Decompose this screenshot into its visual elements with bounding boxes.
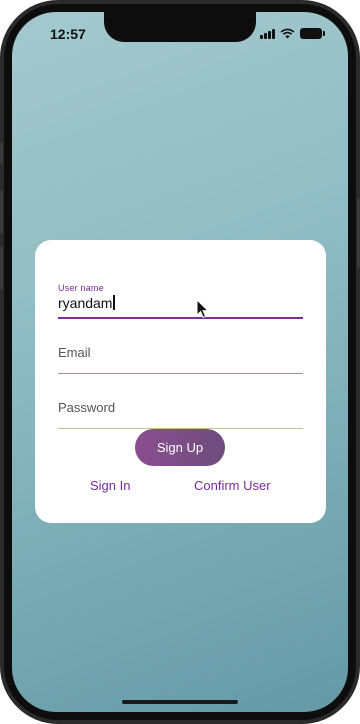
status-icons (260, 28, 325, 39)
volume-down-button (0, 246, 3, 290)
signal-icon (260, 28, 275, 39)
app-screen: 12:57 User name ryandam Email Password S… (12, 12, 348, 712)
signup-card: User name ryandam Email Password Sign Up… (35, 240, 326, 523)
phone-frame: 12:57 User name ryandam Email Password S… (0, 0, 360, 724)
signin-link[interactable]: Sign In (90, 478, 130, 493)
mouse-pointer-icon (196, 299, 210, 319)
password-field[interactable]: Password (58, 400, 303, 424)
volume-up-button (0, 190, 3, 234)
username-text: ryandam (58, 295, 113, 311)
home-indicator (122, 700, 238, 704)
mute-switch (0, 142, 3, 164)
email-underline (58, 373, 303, 374)
username-field[interactable]: User name ryandam (58, 283, 303, 311)
text-caret (113, 295, 115, 310)
username-underline (58, 317, 303, 319)
battery-icon (300, 28, 325, 39)
notch (104, 12, 256, 42)
username-label: User name (58, 283, 104, 293)
username-value: ryandam (58, 295, 115, 311)
email-field[interactable]: Email (58, 345, 303, 369)
password-placeholder: Password (58, 400, 116, 415)
status-time: 12:57 (50, 26, 86, 42)
signup-button-label: Sign Up (156, 440, 204, 455)
email-placeholder: Email (58, 345, 91, 360)
signup-button[interactable]: Sign Up (135, 429, 225, 466)
confirm-user-link[interactable]: Confirm User (194, 478, 271, 493)
wifi-icon (280, 28, 295, 39)
